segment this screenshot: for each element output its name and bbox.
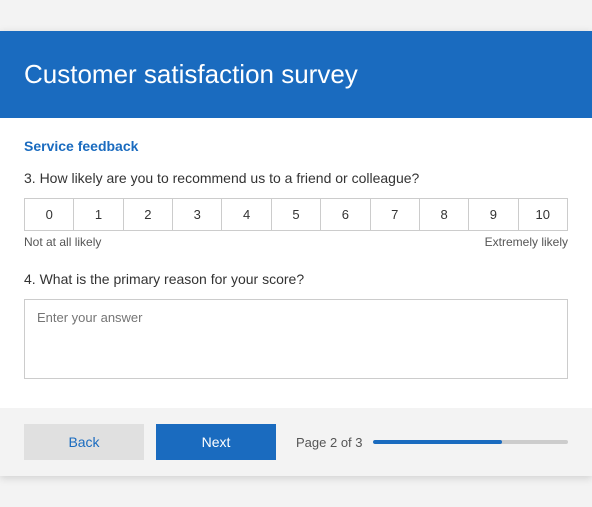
survey-title: Customer satisfaction survey <box>24 59 568 90</box>
nps-cell-4[interactable]: 4 <box>222 199 271 230</box>
nps-cell-9[interactable]: 9 <box>469 199 518 230</box>
nps-cell-6[interactable]: 6 <box>321 199 370 230</box>
nps-cell-1[interactable]: 1 <box>74 199 123 230</box>
next-button[interactable]: Next <box>156 424 276 460</box>
nps-scale: 0 1 2 3 4 5 6 7 8 9 10 Not at all likely… <box>24 198 568 249</box>
nps-cell-5[interactable]: 5 <box>272 199 321 230</box>
nps-cell-2[interactable]: 2 <box>124 199 173 230</box>
page-text: Page 2 of 3 <box>296 435 363 450</box>
page-indicator: Page 2 of 3 <box>296 435 568 450</box>
nps-cell-0[interactable]: 0 <box>25 199 74 230</box>
question-4: 4. What is the primary reason for your s… <box>24 271 568 384</box>
survey-container: Customer satisfaction survey Service fee… <box>0 31 592 476</box>
progress-bar-fill <box>373 440 502 444</box>
survey-footer: Back Next Page 2 of 3 <box>0 408 592 476</box>
nps-cells: 0 1 2 3 4 5 6 7 8 9 10 <box>24 198 568 231</box>
back-button[interactable]: Back <box>24 424 144 460</box>
survey-header: Customer satisfaction survey <box>0 31 592 118</box>
question-3-label: 3. How likely are you to recommend us to… <box>24 170 568 186</box>
survey-body: Service feedback 3. How likely are you t… <box>0 118 592 384</box>
answer-textarea[interactable] <box>24 299 568 379</box>
nps-cell-3[interactable]: 3 <box>173 199 222 230</box>
question-4-label: 4. What is the primary reason for your s… <box>24 271 568 287</box>
nps-label-right: Extremely likely <box>485 235 568 249</box>
nps-label-left: Not at all likely <box>24 235 101 249</box>
progress-bar-container <box>373 440 569 444</box>
nps-cell-8[interactable]: 8 <box>420 199 469 230</box>
nps-cell-10[interactable]: 10 <box>519 199 567 230</box>
section-title: Service feedback <box>24 138 568 154</box>
nps-labels: Not at all likely Extremely likely <box>24 235 568 249</box>
nps-cell-7[interactable]: 7 <box>371 199 420 230</box>
